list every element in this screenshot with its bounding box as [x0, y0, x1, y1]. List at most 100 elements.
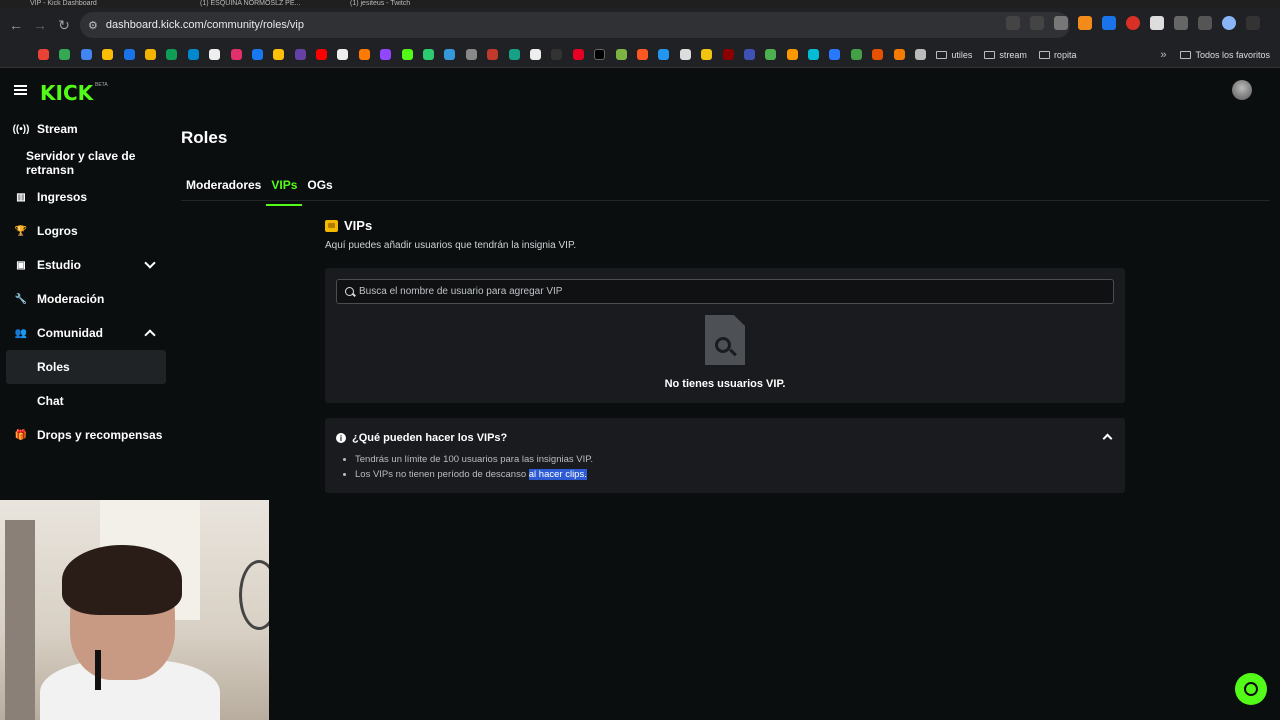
bookmark-icon[interactable]	[230, 49, 242, 60]
extension-icon[interactable]	[1102, 16, 1116, 30]
bookmark-icon[interactable]	[829, 49, 841, 60]
bookmark-icon[interactable]	[465, 49, 477, 60]
extension-icon[interactable]	[1030, 16, 1044, 30]
folder-label: utiles	[951, 49, 973, 60]
reload-icon[interactable]: ↻	[52, 17, 76, 34]
trophy-icon: 🏆	[14, 225, 28, 237]
faq-toggle[interactable]: i ¿Qué pueden hacer los VIPs?	[336, 432, 507, 444]
extension-icon[interactable]	[1078, 16, 1092, 30]
browser-tab[interactable]: (1) jesiteus - Twitch	[350, 0, 470, 8]
sidebar-item-comunidad[interactable]: 👥 Comunidad	[6, 316, 166, 350]
search-field[interactable]	[336, 279, 1114, 304]
url-field[interactable]: ⚙ dashboard.kick.com/community/roles/vip	[80, 12, 1070, 38]
bookmark-folder[interactable]: stream	[984, 50, 1027, 60]
bookmark-icon[interactable]	[294, 49, 306, 60]
bookmark-icon[interactable]	[679, 49, 691, 60]
faq-question: ¿Qué pueden hacer los VIPs?	[352, 432, 508, 444]
chevron-up-icon	[144, 329, 156, 341]
forward-icon[interactable]: →	[28, 17, 52, 33]
search-icon	[345, 287, 354, 296]
page-title: Roles	[181, 128, 228, 147]
sidebar-item-drops[interactable]: 🎁 Drops y recompensas	[6, 418, 166, 452]
bookmark-icon[interactable]	[380, 49, 392, 60]
bookmark-icon[interactable]	[893, 49, 905, 60]
bookmark-icon[interactable]	[701, 49, 713, 60]
sidebar-item-label: Logros	[37, 224, 78, 238]
menu-icon[interactable]	[1246, 16, 1260, 30]
browser-tab[interactable]: (1) ESQUINA NORMOSLZ PE...	[200, 0, 320, 8]
kick-logo[interactable]: KICK	[40, 81, 93, 105]
bookmark-icon[interactable]	[872, 49, 884, 60]
record-icon[interactable]	[1126, 16, 1140, 30]
sidebar-item-label: Drops y recompensas	[37, 428, 163, 442]
bookmark-icon[interactable]	[722, 49, 734, 60]
back-icon[interactable]: ←	[4, 17, 28, 33]
sidebar-item-server-key[interactable]: Servidor y clave de retransn	[6, 146, 166, 180]
wrench-icon: 🔧	[14, 293, 28, 305]
sidebar-item-logros[interactable]: 🏆 Logros	[6, 214, 166, 248]
bookmark-icon[interactable]	[658, 49, 670, 60]
bookmark-icon[interactable]	[423, 49, 435, 60]
bookmark-icon[interactable]	[615, 49, 627, 60]
bookmark-icon[interactable]	[166, 49, 178, 60]
bookmark-icon[interactable]	[59, 49, 71, 60]
media-icon[interactable]	[1198, 16, 1212, 30]
bookmark-icon[interactable]	[915, 49, 927, 60]
bookmark-icon[interactable]	[444, 49, 456, 60]
sidebar-item-stream[interactable]: ((•)) Stream	[6, 112, 166, 146]
folder-icon	[1038, 50, 1050, 59]
bookmark-icon[interactable]	[273, 49, 285, 60]
bookmark-icon[interactable]	[529, 49, 541, 60]
sidebar-item-label: Estudio	[37, 258, 81, 272]
user-avatar[interactable]	[1232, 80, 1252, 100]
bookmark-icon[interactable]	[80, 49, 92, 60]
bookmark-icon[interactable]	[209, 49, 221, 60]
menu-toggle-icon[interactable]	[14, 85, 27, 95]
sidebar-item-chat[interactable]: Chat	[6, 384, 166, 418]
site-settings-icon[interactable]: ⚙	[88, 19, 98, 32]
bookmark-icon[interactable]	[572, 49, 584, 60]
sidebar-item-moderacion[interactable]: 🔧 Moderación	[6, 282, 166, 316]
bookmark-icon[interactable]	[38, 49, 49, 60]
bookmark-icon[interactable]	[786, 49, 798, 60]
bookmark-icon[interactable]	[508, 49, 520, 60]
empty-search-icon	[705, 315, 745, 365]
bookmark-folder[interactable]: ropita	[1038, 50, 1076, 60]
bookmark-icon[interactable]	[251, 49, 263, 60]
bookmark-icon[interactable]	[487, 49, 499, 60]
bookmark-icon[interactable]	[743, 49, 755, 60]
bookmark-icon[interactable]	[102, 49, 114, 60]
bookmark-icon[interactable]	[187, 49, 199, 60]
bookmark-icon[interactable]	[123, 49, 135, 60]
bookmark-icon[interactable]	[316, 49, 328, 60]
bookmark-icon[interactable]	[636, 49, 648, 60]
bookmark-icon[interactable]	[144, 49, 156, 60]
profile-icon[interactable]	[1222, 16, 1236, 30]
search-input[interactable]	[359, 286, 1099, 297]
browser-tab[interactable]: VIP - Kick Dashboard	[30, 0, 140, 8]
puzzle-icon[interactable]	[1174, 16, 1188, 30]
bookmark-icon[interactable]	[765, 49, 777, 60]
all-bookmarks-folder[interactable]: Todos los favoritos	[1180, 50, 1270, 60]
help-chat-button[interactable]	[1235, 673, 1267, 705]
sidebar-item-estudio[interactable]: ▣ Estudio	[6, 248, 166, 282]
bookmark-icon[interactable]	[358, 49, 370, 60]
bookmark-star-icon[interactable]	[1054, 16, 1068, 30]
bookmark-icon[interactable]	[337, 49, 349, 60]
more-bookmarks-icon[interactable]: »	[1160, 49, 1166, 61]
chevron-down-icon	[144, 257, 156, 269]
beta-badge: BETA	[95, 82, 108, 88]
sidebar-item-roles[interactable]: Roles	[6, 350, 166, 384]
sidebar-item-label: Comunidad	[37, 326, 103, 340]
extension-icon[interactable]	[1006, 16, 1020, 30]
bookmark-folder[interactable]: utiles	[936, 50, 972, 60]
sidebar-item-ingresos[interactable]: ▥ Ingresos	[6, 180, 166, 214]
bookmark-icon[interactable]	[850, 49, 862, 60]
bookmark-icon[interactable]	[551, 49, 563, 60]
chevron-up-icon[interactable]	[1102, 433, 1113, 444]
bookmark-icon[interactable]	[594, 49, 606, 60]
extension-icon[interactable]	[1150, 16, 1164, 30]
sidebar-item-label: Ingresos	[37, 190, 88, 204]
bookmark-icon[interactable]	[808, 49, 820, 60]
bookmark-icon[interactable]	[401, 49, 413, 60]
